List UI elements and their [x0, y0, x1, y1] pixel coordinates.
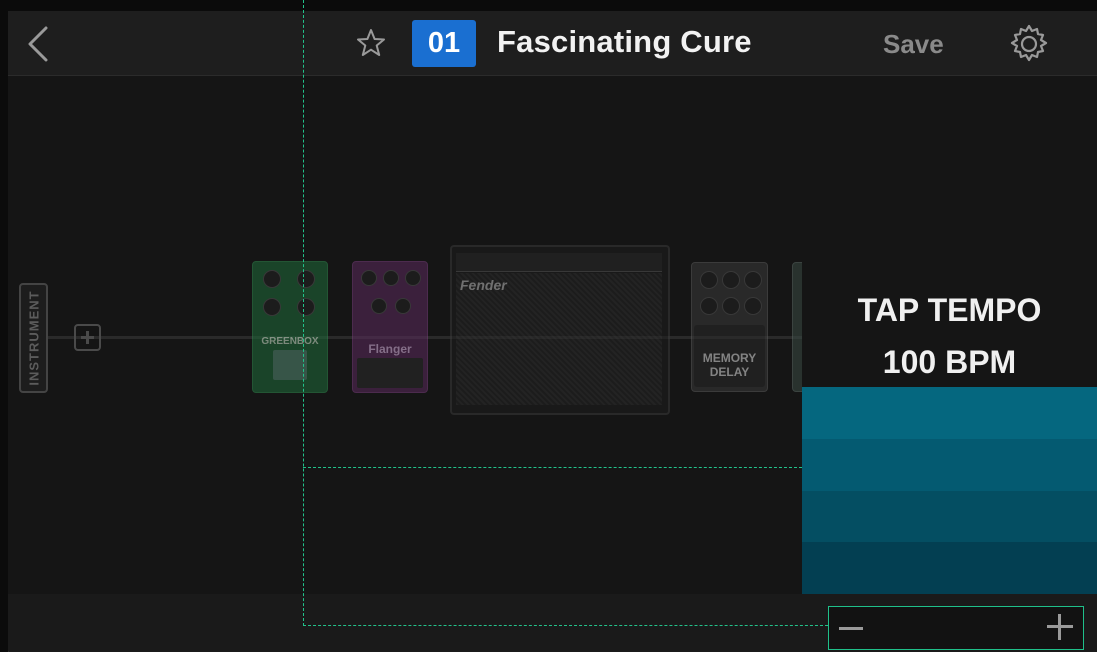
- tap-bar: [802, 490, 1097, 543]
- guide-line-horizontal: [303, 625, 828, 626]
- favorite-star-icon[interactable]: [356, 28, 386, 58]
- tap-bar: [802, 438, 1097, 491]
- memory-delay-label: MEMORY DELAY: [702, 351, 757, 379]
- tempo-stepper: [828, 606, 1084, 650]
- increase-tempo-button[interactable]: [1047, 614, 1073, 640]
- fender-label: Fender: [460, 277, 507, 293]
- tap-tempo-pad[interactable]: [802, 387, 1097, 594]
- greenbox-label: GREENBOX: [261, 336, 319, 347]
- add-pedal-button[interactable]: [74, 324, 101, 351]
- preset-name[interactable]: Fascinating Cure: [497, 24, 752, 60]
- tap-bar: [802, 542, 1097, 594]
- instrument-label: INSTRUMENT: [26, 290, 41, 386]
- settings-gear-icon[interactable]: [1008, 23, 1050, 65]
- memory-delay-pedal[interactable]: MEMORY DELAY: [691, 262, 768, 392]
- instrument-input[interactable]: INSTRUMENT: [19, 283, 48, 393]
- flanger-label: Flanger: [368, 342, 412, 356]
- guide-line-horizontal: [303, 467, 802, 468]
- save-button[interactable]: Save: [883, 29, 944, 60]
- decrease-tempo-button[interactable]: [839, 616, 865, 640]
- tap-tempo-label: TAP TEMPO: [857, 292, 1042, 328]
- greenbox-pedal[interactable]: GREENBOX: [252, 261, 328, 393]
- flanger-pedal[interactable]: Flanger: [352, 261, 428, 393]
- tap-bar: [802, 387, 1097, 439]
- preset-number-badge[interactable]: 01: [412, 20, 476, 67]
- tap-tempo-bpm: 100 BPM: [882, 344, 1017, 380]
- fender-amp[interactable]: Fender: [450, 245, 670, 415]
- guide-line-vertical: [303, 0, 304, 626]
- back-chevron-icon[interactable]: [26, 26, 56, 66]
